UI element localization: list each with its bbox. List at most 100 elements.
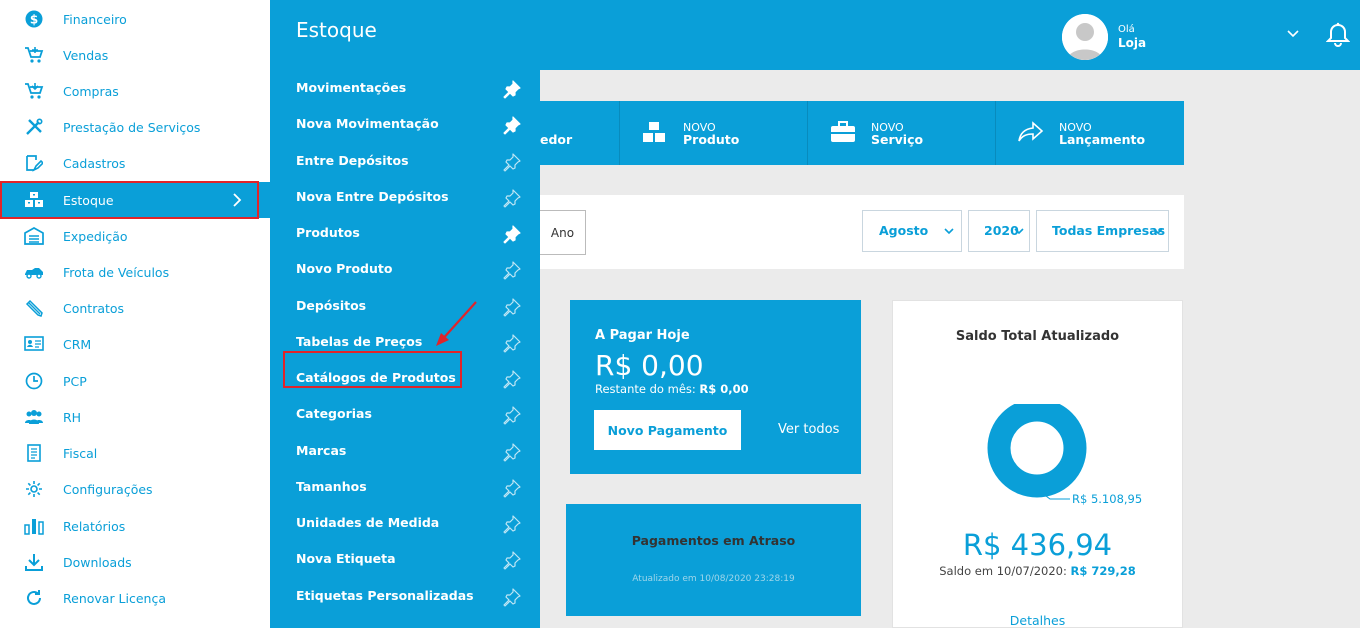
quick-action-label: Serviço	[871, 132, 924, 147]
late-payments-title: Pagamentos em Atraso	[631, 533, 796, 548]
sidebar-item-renovar-licenca[interactable]: Renovar Licença	[0, 580, 270, 616]
sidebar-item-label: Fiscal	[63, 445, 98, 461]
submenu-item-label: Unidades de Medida	[296, 515, 440, 530]
submenu-item-nova-etiqueta[interactable]: Nova Etiqueta	[270, 541, 540, 577]
sidebar-item-financeiro[interactable]: $ Financeiro	[0, 1, 270, 37]
pencil-icon	[24, 299, 44, 317]
new-launch-button[interactable]: NOVO Lançamento	[996, 101, 1184, 165]
company-select-value: Todas Empresas	[1052, 223, 1166, 238]
submenu-item-produtos[interactable]: Produtos	[270, 215, 540, 251]
company-select[interactable]: Todas Empresas	[1036, 210, 1169, 252]
late-payments-updated: Atualizado em 10/08/2020 23:28:19	[632, 574, 795, 584]
sidebar-item-label: RH	[63, 409, 82, 425]
sidebar-item-frota-veiculos[interactable]: Frota de Veículos	[0, 254, 270, 290]
pay-today-amount: R$ 0,00	[595, 349, 704, 382]
submenu-item-label: Marcas	[296, 443, 347, 458]
sidebar-item-label: Configurações	[63, 481, 153, 497]
chevron-down-icon[interactable]	[1286, 26, 1300, 45]
tools-icon	[24, 118, 44, 136]
submenu-item-label: Movimentações	[296, 80, 407, 95]
pin-icon[interactable]	[502, 514, 522, 538]
clock-icon	[24, 372, 44, 390]
annotation-arrow-icon	[436, 301, 477, 346]
sidebar-item-configuracoes[interactable]: Configurações	[0, 471, 270, 507]
dollar-circle-icon: $	[24, 10, 44, 28]
quick-action-label: edor	[540, 132, 573, 147]
sidebar-item-downloads[interactable]: Downloads	[0, 544, 270, 580]
sidebar-item-pcp[interactable]: PCP	[0, 363, 270, 399]
svg-text:$: $	[30, 13, 38, 27]
sidebar-item-label: Financeiro	[63, 11, 127, 27]
pin-icon[interactable]	[502, 550, 522, 574]
view-all-link[interactable]: Ver todos	[778, 422, 839, 437]
sidebar-item-label: Contratos	[63, 300, 125, 316]
submenu-item-label: Tabelas de Preços	[296, 334, 423, 349]
pin-icon[interactable]	[502, 188, 522, 212]
year-select[interactable]: 2020	[968, 210, 1030, 252]
late-payments-card	[566, 504, 861, 616]
submenu-item-marcas[interactable]: Marcas	[270, 433, 540, 469]
pin-icon[interactable]	[502, 587, 522, 611]
pin-icon[interactable]	[502, 260, 522, 284]
submenu-item-label: Depósitos	[296, 298, 367, 313]
sidebar-item-label: Vendas	[63, 47, 109, 63]
month-select[interactable]: Agosto	[862, 210, 962, 252]
new-payment-button[interactable]: Novo Pagamento	[594, 410, 741, 450]
submenu-item-nova-entre-depositos[interactable]: Nova Entre Depósitos	[270, 179, 540, 215]
submenu-item-depositos[interactable]: Depósitos	[270, 288, 540, 324]
pin-icon[interactable]	[502, 442, 522, 466]
submenu-item-label: Nova Etiqueta	[296, 551, 396, 566]
pin-icon[interactable]	[502, 224, 522, 248]
pin-icon[interactable]	[502, 478, 522, 502]
submenu-item-label: Produtos	[296, 225, 360, 240]
submenu-item-etiquetas-personalizadas[interactable]: Etiquetas Personalizadas	[270, 578, 540, 614]
bell-icon[interactable]	[1325, 22, 1351, 52]
submenu-item-novo-produto[interactable]: Novo Produto	[270, 251, 540, 287]
submenu-item-unidades-medida[interactable]: Unidades de Medida	[270, 505, 540, 541]
sidebar-item-vendas[interactable]: Vendas	[0, 37, 270, 73]
pin-icon[interactable]	[502, 297, 522, 321]
sidebar-item-label: Relatórios	[63, 518, 126, 534]
sidebar-item-expedicao[interactable]: Expedição	[0, 218, 270, 254]
sidebar-item-crm[interactable]: CRM	[0, 326, 270, 362]
user-greeting: Olá	[1118, 24, 1135, 35]
new-service-button[interactable]: NOVO Serviço	[808, 101, 996, 165]
highlight-box-catalogos	[283, 351, 462, 388]
cart-icon	[24, 82, 44, 100]
donut-ring	[987, 404, 1087, 498]
submenu-item-entre-depositos[interactable]: Entre Depósitos	[270, 143, 540, 179]
submenu-item-nova-movimentacao[interactable]: Nova Movimentação	[270, 106, 540, 142]
year-period-button[interactable]: Ano	[540, 210, 586, 255]
sidebar-item-rh[interactable]: RH	[0, 399, 270, 435]
submenu-item-label: Entre Depósitos	[296, 153, 409, 168]
user-name[interactable]: Loja	[1118, 36, 1146, 50]
new-product-button[interactable]: NOVO Produto	[620, 101, 808, 165]
submenu-item-label: Nova Movimentação	[296, 116, 439, 131]
balance-date-value: R$ 729,28	[1070, 564, 1136, 578]
sidebar-item-fiscal[interactable]: Fiscal	[0, 435, 270, 471]
submenu-item-label: Novo Produto	[296, 261, 393, 276]
submenu-item-movimentacoes[interactable]: Movimentações	[270, 70, 540, 106]
pin-icon[interactable]	[502, 115, 522, 139]
pin-icon[interactable]	[502, 79, 522, 103]
details-link[interactable]: Detalhes	[892, 613, 1183, 628]
sidebar-item-label: Compras	[63, 83, 119, 99]
balance-date: Saldo em 10/07/2020: R$ 729,28	[892, 564, 1183, 578]
submenu-item-tamanhos[interactable]: Tamanhos	[270, 469, 540, 505]
pin-icon[interactable]	[502, 405, 522, 429]
sidebar-item-contratos[interactable]: Contratos	[0, 290, 270, 326]
quick-action-partial[interactable]: edor	[540, 101, 620, 165]
pin-icon[interactable]	[502, 152, 522, 176]
submenu-item-categorias[interactable]: Categorias	[270, 396, 540, 432]
pin-icon[interactable]	[502, 333, 522, 357]
avatar[interactable]	[1062, 14, 1108, 60]
app-root: $ Financeiro Vendas Compras Prestação de…	[0, 0, 1360, 628]
balance-date-label: Saldo em 10/07/2020:	[939, 564, 1071, 578]
sidebar-item-cadastros[interactable]: Cadastros	[0, 145, 270, 181]
sidebar-item-relatorios[interactable]: Relatórios	[0, 508, 270, 544]
sidebar-item-compras[interactable]: Compras	[0, 73, 270, 109]
sidebar-item-label: Cadastros	[63, 155, 126, 171]
pin-icon[interactable]	[502, 369, 522, 393]
document-icon	[24, 444, 44, 462]
sidebar-item-prestacao-servicos[interactable]: Prestação de Serviços	[0, 109, 270, 145]
